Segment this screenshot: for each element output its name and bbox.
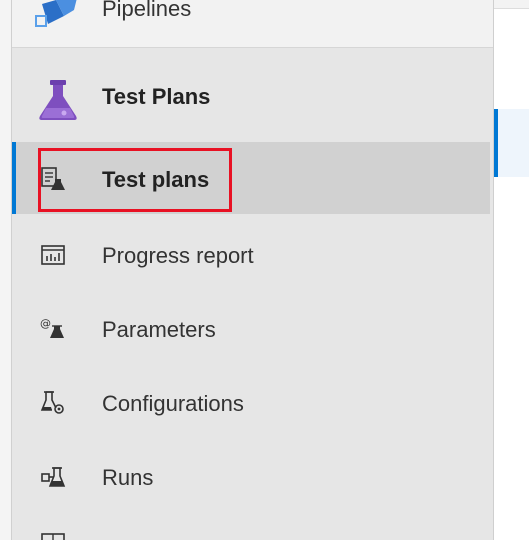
flask-icon [39,80,77,120]
runs-icon [41,467,66,487]
sidebar-item-parameters[interactable]: @ Parameters [12,292,493,364]
selected-indicator [12,142,16,214]
test-plans-icon [41,167,65,190]
sidebar-item-pipelines[interactable]: Pipelines [12,0,493,48]
svg-text:@: @ [40,317,51,330]
sidebar-item-test-plans[interactable]: Test plans [12,142,490,214]
selected-list-row[interactable] [494,109,529,177]
main-content-area [494,0,529,540]
sidebar-item-configurations[interactable]: Configurations [12,366,493,438]
sidebar-item-label: Configurations [102,391,244,416]
configurations-icon [40,391,64,414]
pipelines-icon [35,0,77,27]
navigation-sidebar: Pipelines Test Plans Test plans Progress… [12,0,494,540]
sidebar-item-runs[interactable]: Runs [12,440,493,512]
hub-header-test-plans[interactable]: Test Plans [12,66,493,132]
sidebar-item-label: Test plans [102,167,210,192]
parameters-icon: @ [40,317,64,338]
sidebar-item-label: Parameters [102,317,216,342]
left-edge-strip [0,0,12,540]
screen: Pipelines Test Plans Test plans Progress… [0,0,529,540]
sidebar-item-label: Runs [102,465,154,490]
main-header-band [494,0,529,9]
selected-row-indicator [494,109,498,177]
sidebar-item-progress-report[interactable]: Progress report [12,218,493,290]
sidebar-item-label: Pipelines [102,0,192,21]
grid-icon [41,533,65,540]
hub-title: Test Plans [102,84,211,109]
sidebar-item-label: Progress report [102,243,254,268]
progress-report-icon [41,245,65,265]
